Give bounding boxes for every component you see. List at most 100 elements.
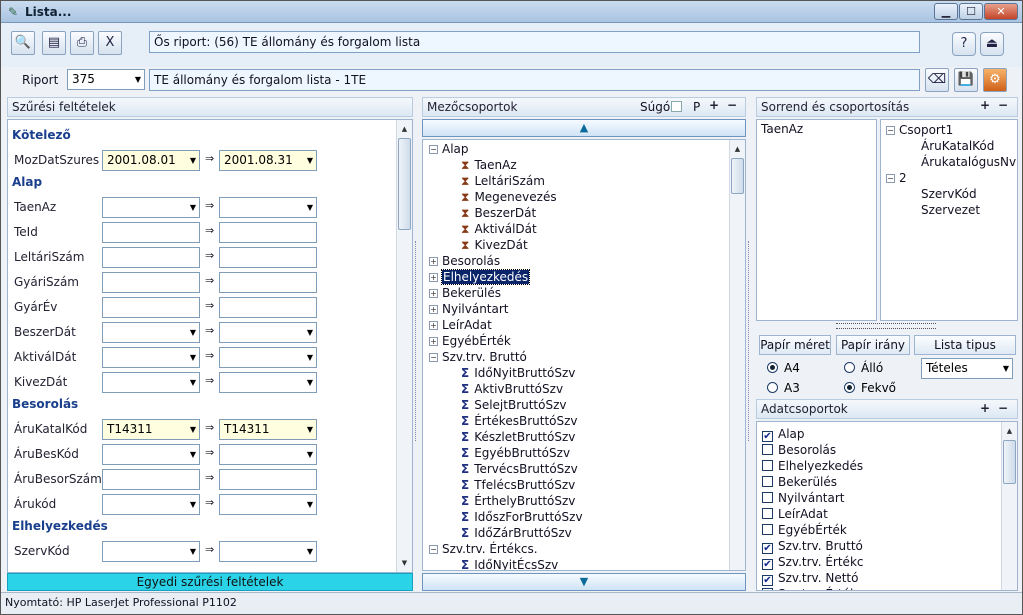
filter-from-input[interactable]: ▼ (102, 372, 200, 393)
datagroups-scrollbar[interactable]: ▲ (1001, 422, 1017, 590)
group-field[interactable]: ÁruKatalKód (921, 139, 994, 153)
move-down-button[interactable]: ▼ (422, 573, 746, 591)
filter-to-input[interactable]: 2001.08.31 ▼ (219, 150, 317, 171)
paper-orient-radio[interactable]: Álló (844, 361, 883, 375)
filter-to-input[interactable] (219, 272, 317, 293)
scroll-up-icon[interactable]: ▲ (398, 122, 411, 136)
expand-toggle-icon[interactable]: − (429, 545, 438, 554)
paper-size-radio[interactable]: A4 (767, 361, 800, 375)
tree-item[interactable]: ⧗ AktiválDát (461, 222, 537, 237)
group-field[interactable]: SzervKód (921, 187, 977, 201)
filter-from-input[interactable] (102, 469, 200, 490)
filter-from-input[interactable]: ▼ (102, 322, 200, 343)
filter-from-input[interactable]: ▼ (102, 197, 200, 218)
tree-item[interactable]: ⧗ TaenAz (461, 158, 517, 173)
tree-item[interactable]: Σ AktivBruttóSzv (461, 382, 563, 396)
dg-scroll-up-icon[interactable]: ▲ (1003, 424, 1016, 438)
tree-item[interactable]: Σ KészletBruttóSzv (461, 430, 575, 444)
datagroup-checkbox[interactable]: ✔ Szv.trv. Nettó (762, 571, 858, 586)
report-id-combo[interactable]: 375 ▼ (67, 69, 145, 90)
help-checkbox[interactable] (671, 101, 682, 112)
left-splitter[interactable] (415, 241, 421, 441)
filter-from-input[interactable]: ▼ (102, 541, 200, 562)
expand-all-icon[interactable]: + (708, 99, 720, 112)
tree-item[interactable]: + LeírAdat (429, 318, 492, 332)
tree-item[interactable]: − Alap (429, 142, 469, 156)
datagroup-checkbox[interactable]: Besorolás (762, 443, 836, 457)
expand-toggle-icon[interactable]: + (429, 289, 438, 298)
tree-item[interactable]: Σ SelejtBruttóSzv (461, 398, 567, 412)
filter-to-input[interactable] (219, 297, 317, 318)
datagroup-checkbox[interactable]: LeírAdat (762, 507, 828, 521)
tree-item[interactable]: + Besorolás (429, 254, 500, 268)
datagroup-checkbox[interactable]: EgyébÉrték (762, 523, 847, 537)
filter-from-input[interactable] (102, 222, 200, 243)
move-up-button[interactable]: ▲ (422, 119, 746, 137)
group-field[interactable]: Szervezet (921, 203, 980, 217)
filter-from-input[interactable] (102, 297, 200, 318)
maximize-button[interactable]: ☐ (959, 3, 983, 20)
datagroup-checkbox[interactable]: Szv.trv. Érték (762, 587, 857, 590)
filter-to-input[interactable]: ▼ (219, 444, 317, 465)
filter-from-input[interactable]: 2001.08.01 ▼ (102, 150, 200, 171)
filter-to-input[interactable]: ▼ (219, 347, 317, 368)
expand-toggle-icon[interactable]: − (886, 174, 895, 183)
filter-to-input[interactable] (219, 222, 317, 243)
report-name-field[interactable]: TE állomány és forgalom lista - 1TE (149, 69, 920, 91)
tree-item[interactable]: ⧗ BeszerDát (461, 206, 536, 221)
custom-filter-button[interactable]: Egyedi szűrési feltételek (7, 573, 413, 591)
tree-item[interactable]: ⧗ LeltáriSzám (461, 174, 545, 189)
expand-toggle-icon[interactable]: − (429, 353, 438, 362)
expand-toggle-icon[interactable]: + (429, 257, 438, 266)
excel-export-icon[interactable]: X (98, 31, 122, 55)
datagroup-checkbox[interactable]: ✔ Szv.trv. Bruttó (762, 539, 863, 554)
filter-from-input[interactable] (102, 272, 200, 293)
filter-to-input[interactable]: ▼ (219, 372, 317, 393)
datagroup-checkbox[interactable]: Elhelyezkedés (762, 459, 863, 473)
preview-icon[interactable]: 🔍 (11, 31, 35, 55)
tree-scrollbar[interactable]: ▲ (729, 140, 745, 570)
tree-item[interactable]: Σ TervécsBruttóSzv (461, 462, 578, 476)
tree-item[interactable]: Σ IdőszForBruttóSzv (461, 510, 583, 524)
tree-scroll-thumb[interactable] (731, 158, 744, 194)
group-node[interactable]: −2 (886, 171, 907, 185)
filter-to-input[interactable]: ▼ (219, 494, 317, 515)
report-icon[interactable]: ▤ (42, 31, 66, 55)
settings-icon[interactable]: ⚙ (983, 68, 1007, 92)
filter-to-input[interactable] (219, 469, 317, 490)
filter-from-input[interactable]: ▼ (102, 347, 200, 368)
filters-scrollbar[interactable]: ▲ ▼ (396, 120, 412, 572)
tree-item[interactable]: − Szv.trv. Bruttó (429, 350, 527, 364)
paper-orient-radio[interactable]: Fekvő (844, 381, 896, 395)
expand-toggle-icon[interactable]: − (429, 145, 438, 154)
scroll-thumb[interactable] (398, 138, 411, 230)
tree-item[interactable]: Σ IdőNyitÉcsSzv (461, 558, 558, 570)
expand-toggle-icon[interactable]: + (429, 337, 438, 346)
close-button[interactable]: ✕ (984, 3, 1018, 20)
tree-item[interactable]: ⧗ Megenevezés (461, 190, 557, 205)
help-icon[interactable]: ? (952, 32, 976, 56)
save-icon[interactable]: 💾 (954, 68, 978, 92)
datagroup-checkbox[interactable]: Nyilvántart (762, 491, 845, 505)
tree-item[interactable]: + Nyilvántart (429, 302, 509, 316)
tree-item[interactable]: + Bekerülés (429, 286, 501, 300)
exit-icon[interactable]: ⏏ (980, 32, 1004, 56)
group-node[interactable]: − Csoport1 (886, 123, 953, 137)
filter-to-input[interactable]: T14311 ▼ (219, 419, 317, 440)
datagroup-checkbox[interactable]: ✔ Szv.trv. Értékc (762, 555, 864, 570)
dg-scroll-thumb[interactable] (1003, 440, 1016, 484)
datagroup-checkbox[interactable]: ✔ Alap (762, 427, 805, 442)
order-item[interactable]: TaenAz (761, 122, 803, 136)
filter-to-input[interactable]: ▼ (219, 322, 317, 343)
collapse-all-icon[interactable]: − (726, 99, 738, 112)
filter-from-input[interactable]: T14311 ▼ (102, 419, 200, 440)
group-field[interactable]: ÁrukatalógusNv (921, 155, 1016, 169)
tree-item[interactable]: Σ IdőZárBruttóSzv (461, 526, 572, 540)
expand-toggle-icon[interactable]: + (429, 273, 438, 282)
filter-from-input[interactable] (102, 247, 200, 268)
tree-scroll-up-icon[interactable]: ▲ (731, 142, 744, 156)
minimize-button[interactable]: ▁ (934, 3, 958, 20)
print-icon[interactable]: ⎙ (70, 31, 94, 55)
datagroups-add-icon[interactable]: + (979, 402, 991, 415)
right-splitter[interactable] (748, 241, 754, 441)
